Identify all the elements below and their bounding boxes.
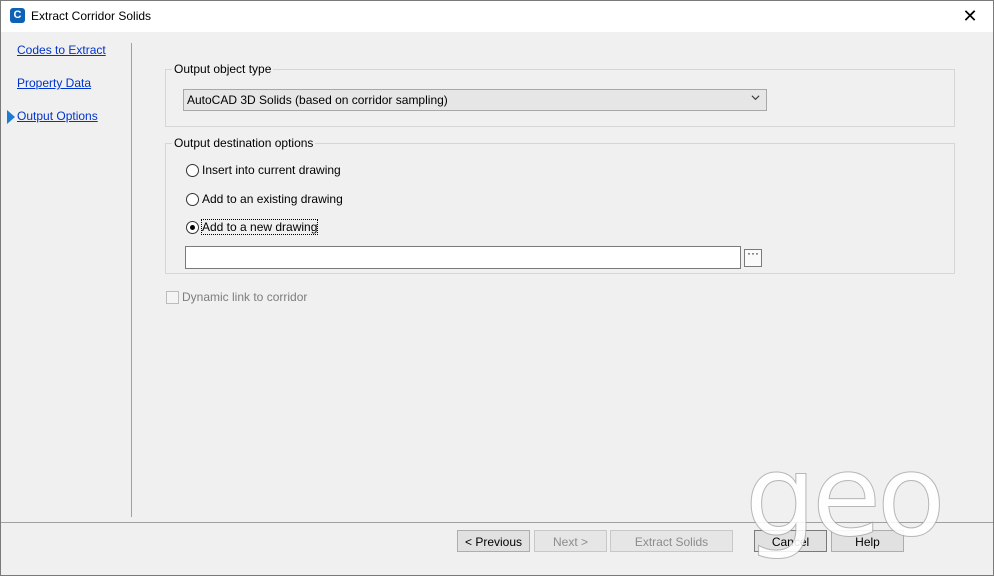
radio-label: Add to a new drawing [200,219,319,235]
output-object-type-select[interactable]: AutoCAD 3D Solids (based on corridor sam… [183,89,767,111]
radio-label: Insert into current drawing [202,163,341,177]
output-object-type-value: AutoCAD 3D Solids (based on corridor sam… [187,93,448,107]
drawing-path-input[interactable] [185,246,741,269]
window-title: Extract Corridor Solids [31,9,152,23]
current-page-arrow-icon [7,110,15,124]
wizard-nav: Codes to Extract Property Data Output Op… [1,32,131,518]
watermark-text: geo [745,432,947,562]
checkbox[interactable] [166,291,179,304]
previous-button[interactable]: < Previous [457,530,530,552]
output-destination-label: Output destination options [172,136,316,150]
output-object-type-label: Output object type [172,62,274,76]
nav-divider [131,43,132,517]
civil3d-app-icon: C [10,8,25,23]
next-button[interactable]: Next > [534,530,607,552]
close-icon[interactable]: ✕ [947,1,993,32]
dynamic-link-label: Dynamic link to corridor [182,290,308,304]
radio-button-selected[interactable] [186,221,199,234]
ellipsis-icon: ··· [747,246,759,260]
extract-solids-button[interactable]: Extract Solids [610,530,733,552]
geo-watermark-logo: geo [745,441,993,575]
extract-corridor-solids-dialog: C Extract Corridor Solids ✕ Codes to Ext… [0,0,994,576]
radio-button[interactable] [186,164,199,177]
chevron-down-icon [751,95,760,101]
nav-item-property-data[interactable]: Property Data [17,76,91,90]
title-bar: C Extract Corridor Solids ✕ [1,1,993,32]
radio-label: Add to an existing drawing [202,192,343,206]
radio-button[interactable] [186,193,199,206]
browse-button[interactable]: ··· [744,246,762,267]
nav-item-output-options[interactable]: Output Options [17,109,98,123]
nav-item-codes-to-extract[interactable]: Codes to Extract [17,43,106,57]
